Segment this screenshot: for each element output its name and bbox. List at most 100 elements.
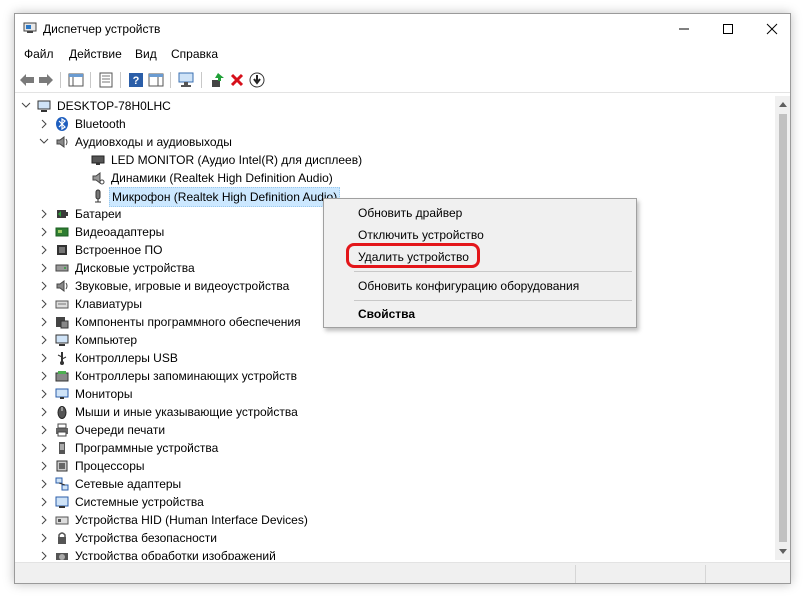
tree-item[interactable]: Аудиовходы и аудиовыходы xyxy=(37,133,337,151)
tree-item[interactable]: Мыши и иные указывающие устройства xyxy=(37,403,357,421)
update-driver-button[interactable] xyxy=(208,71,226,89)
chevron-right-icon[interactable] xyxy=(39,313,49,331)
tree-item[interactable]: Контроллеры запоминающих устройств xyxy=(37,367,357,385)
tree-item[interactable]: Сетевые адаптеры xyxy=(37,475,357,493)
menu-help[interactable]: Справка xyxy=(171,47,218,61)
download-circle-icon xyxy=(249,72,265,88)
context-separator xyxy=(354,271,632,272)
menu-view[interactable]: Вид xyxy=(135,47,157,61)
usb-icon xyxy=(57,352,67,365)
chevron-right-icon[interactable] xyxy=(39,205,49,223)
processor-icon xyxy=(56,460,68,472)
chevron-right-icon[interactable] xyxy=(39,241,49,259)
menu-action[interactable]: Действие xyxy=(69,47,122,61)
tree-item[interactable]: Батареи xyxy=(37,205,357,223)
software-component-icon xyxy=(56,317,69,329)
tree-item-label: Встроенное ПО xyxy=(75,243,163,257)
arrow-left-icon xyxy=(20,74,34,86)
scrollbar-thumb[interactable] xyxy=(779,114,787,542)
tree-item[interactable]: Клавиатуры xyxy=(37,295,357,313)
chevron-right-icon[interactable] xyxy=(39,331,49,349)
software-device-icon xyxy=(59,442,65,454)
context-separator xyxy=(354,300,632,301)
scroll-down-icon[interactable] xyxy=(778,548,788,556)
context-item-disable-device[interactable]: Отключить устройство xyxy=(358,228,484,242)
back-button[interactable] xyxy=(18,71,36,89)
scan-hardware-button[interactable] xyxy=(177,71,195,89)
tree-item[interactable]: Bluetooth xyxy=(37,115,337,133)
properties-button[interactable] xyxy=(97,71,115,89)
uninstall-device-button[interactable] xyxy=(228,71,246,89)
chevron-right-icon[interactable] xyxy=(39,421,49,439)
chevron-right-icon[interactable] xyxy=(39,115,49,133)
chevron-right-icon[interactable] xyxy=(39,367,49,385)
tree-item[interactable]: Процессоры xyxy=(37,457,357,475)
computer-icon xyxy=(55,334,69,346)
chevron-right-icon[interactable] xyxy=(39,385,49,403)
minimize-button[interactable] xyxy=(673,18,695,40)
scroll-up-icon[interactable] xyxy=(778,100,788,108)
title-bar: Диспетчер устройств xyxy=(15,14,790,44)
monitor-icon xyxy=(91,155,105,165)
red-x-icon xyxy=(230,73,244,87)
menu-file[interactable]: Файл xyxy=(24,47,54,61)
toolbar-separator xyxy=(201,72,202,88)
chevron-right-icon[interactable] xyxy=(39,403,49,421)
close-icon xyxy=(766,23,778,35)
close-button[interactable] xyxy=(761,18,783,40)
chevron-right-icon[interactable] xyxy=(39,277,49,295)
show-hide-console-tree-button[interactable] xyxy=(67,71,85,89)
chevron-right-icon[interactable] xyxy=(39,547,49,560)
tree-item[interactable]: Системные устройства xyxy=(37,493,357,511)
action-pane-button[interactable] xyxy=(147,71,165,89)
chevron-right-icon[interactable] xyxy=(39,349,49,367)
tree-item[interactable]: Звуковые, игровые и видеоустройства xyxy=(37,277,357,295)
tree-root[interactable]: DESKTOP-78H0LHC xyxy=(19,97,319,115)
tree-item[interactable]: Встроенное ПО xyxy=(37,241,357,259)
tree-item[interactable]: Устройства HID (Human Interface Devices) xyxy=(37,511,357,529)
tree-item[interactable]: Компьютер xyxy=(37,331,357,349)
chevron-down-icon[interactable] xyxy=(39,133,49,151)
chevron-right-icon[interactable] xyxy=(39,439,49,457)
monitor-icon xyxy=(55,388,69,399)
tree-item-label: Компоненты программного обеспечения xyxy=(75,315,301,329)
context-item-properties[interactable]: Свойства xyxy=(358,307,415,321)
imaging-device-icon xyxy=(56,553,68,560)
context-item-scan-hardware[interactable]: Обновить конфигурацию оборудования xyxy=(358,279,579,293)
tree-child-item[interactable]: Динамики (Realtek High Definition Audio) xyxy=(73,169,373,187)
tree-item[interactable]: Программные устройства xyxy=(37,439,357,457)
vertical-scrollbar[interactable] xyxy=(775,96,790,560)
chevron-right-icon[interactable] xyxy=(39,475,49,493)
tree-item-label: Системные устройства xyxy=(75,495,204,509)
tree-item-label: Мониторы xyxy=(75,387,133,401)
tree-item[interactable]: Видеоадаптеры xyxy=(37,223,357,241)
chevron-right-icon[interactable] xyxy=(39,259,49,277)
tree-item[interactable]: Дисковые устройства xyxy=(37,259,357,277)
action-pane-icon xyxy=(148,73,164,87)
tree-item[interactable]: Компоненты программного обеспечения xyxy=(37,313,357,331)
tree-child-item[interactable]: LED MONITOR (Аудио Intel(R) для дисплеев… xyxy=(73,151,373,169)
chevron-right-icon[interactable] xyxy=(39,457,49,475)
tree-item[interactable]: Мониторы xyxy=(37,385,357,403)
status-divider xyxy=(705,565,706,583)
tree-item-label: Видеоадаптеры xyxy=(75,225,165,239)
chevron-right-icon[interactable] xyxy=(39,529,49,547)
tree-item[interactable]: Устройства безопасности xyxy=(37,529,357,547)
arrow-right-icon xyxy=(39,74,53,86)
chevron-down-icon[interactable] xyxy=(21,97,31,115)
tree-item[interactable]: Очереди печати xyxy=(37,421,357,439)
tree-item[interactable]: Устройства обработки изображений xyxy=(37,547,357,560)
chevron-right-icon[interactable] xyxy=(39,223,49,241)
chevron-right-icon[interactable] xyxy=(39,511,49,529)
help-button[interactable]: ? xyxy=(127,71,145,89)
device-tree: DESKTOP-78H0LHC Bluetooth Аудиовходы и а… xyxy=(15,96,775,560)
maximize-button[interactable] xyxy=(717,18,739,40)
context-item-update-driver[interactable]: Обновить драйвер xyxy=(358,206,462,220)
chevron-right-icon[interactable] xyxy=(39,493,49,511)
window-title: Диспетчер устройств xyxy=(43,22,161,36)
forward-button[interactable] xyxy=(37,71,55,89)
disable-device-button[interactable] xyxy=(248,71,266,89)
mouse-icon xyxy=(57,406,67,419)
chevron-right-icon[interactable] xyxy=(39,295,49,313)
tree-item[interactable]: Контроллеры USB xyxy=(37,349,357,367)
